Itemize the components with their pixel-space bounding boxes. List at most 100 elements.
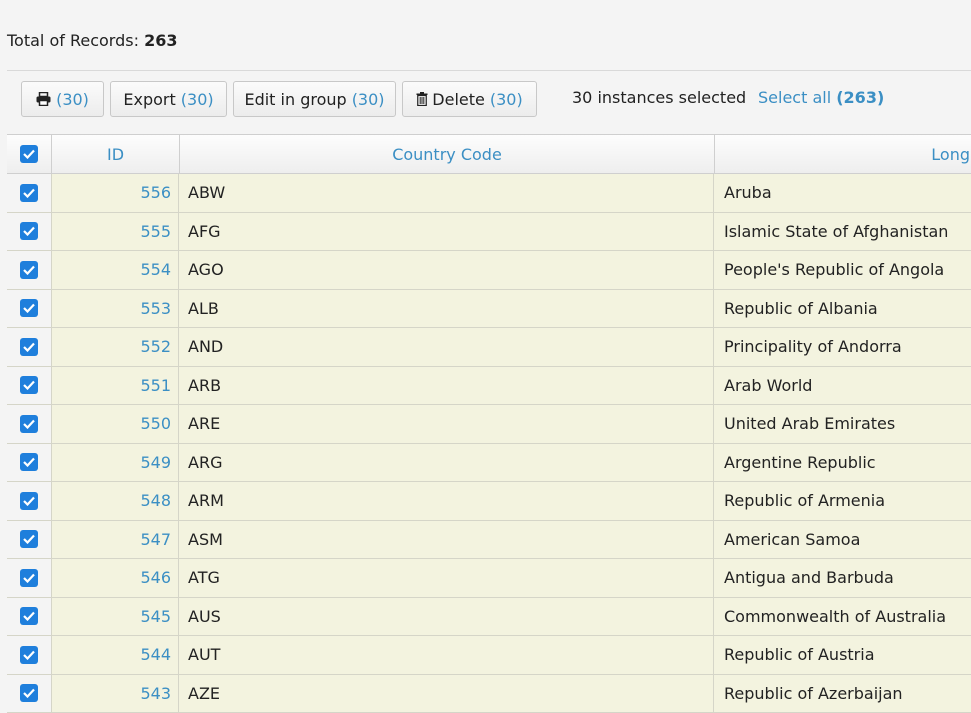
table-row[interactable]: 547ASMAmerican Samoa (7, 521, 971, 560)
row-checkbox[interactable] (20, 646, 38, 664)
row-country-code: ATG (179, 559, 714, 597)
checkmark-icon (23, 457, 35, 467)
row-country-code: ARB (179, 367, 714, 405)
checkmark-icon (23, 226, 35, 236)
row-id-link[interactable]: 551 (52, 367, 179, 405)
checkmark-icon (23, 188, 35, 198)
row-checkbox[interactable] (20, 299, 38, 317)
checkmark-icon (23, 688, 35, 698)
checkmark-icon (23, 650, 35, 660)
checkmark-icon (23, 534, 35, 544)
print-button[interactable]: (30) (21, 81, 104, 117)
row-long-name: Aruba (714, 174, 971, 212)
column-header-id[interactable]: ID (52, 135, 180, 173)
table-row[interactable]: 555AFGIslamic State of Afghanistan (7, 213, 971, 252)
row-id-link[interactable]: 545 (52, 598, 179, 636)
row-select-cell (7, 675, 52, 713)
row-id-link[interactable]: 547 (52, 521, 179, 559)
table-row[interactable]: 544AUTRepublic of Austria (7, 636, 971, 675)
total-records-value: 263 (144, 31, 177, 50)
checkmark-icon (23, 342, 35, 352)
row-country-code: AZE (179, 675, 714, 713)
row-checkbox[interactable] (20, 492, 38, 510)
row-checkbox[interactable] (20, 338, 38, 356)
row-select-cell (7, 482, 52, 520)
row-country-code: AUT (179, 636, 714, 674)
row-country-code: ALB (179, 290, 714, 328)
table-row[interactable]: 556ABWAruba (7, 174, 971, 213)
edit-in-group-button[interactable]: Edit in group (30) (233, 81, 396, 117)
edit-in-group-label: Edit in group (244, 90, 346, 109)
table-header: ID Country Code Long (7, 135, 971, 174)
row-id-link[interactable]: 554 (52, 251, 179, 289)
row-long-name: Republic of Austria (714, 636, 971, 674)
row-checkbox[interactable] (20, 415, 38, 433)
row-country-code: AUS (179, 598, 714, 636)
table-row[interactable]: 552ANDPrincipality of Andorra (7, 328, 971, 367)
row-id-link[interactable]: 552 (52, 328, 179, 366)
row-long-name: Principality of Andorra (714, 328, 971, 366)
selection-status: 30 instances selected (572, 88, 746, 107)
total-records-label: Total of Records: (7, 31, 139, 50)
select-all-link[interactable]: Select all (263) (758, 88, 884, 107)
row-long-name: Republic of Armenia (714, 482, 971, 520)
checkmark-icon (23, 149, 35, 159)
row-id-link[interactable]: 544 (52, 636, 179, 674)
row-select-cell (7, 251, 52, 289)
records-table: ID Country Code Long 556ABWAruba555AFGIs… (7, 134, 971, 713)
table-row[interactable]: 548ARMRepublic of Armenia (7, 482, 971, 521)
export-count: (30) (181, 90, 214, 109)
row-country-code: ASM (179, 521, 714, 559)
checkmark-icon (23, 496, 35, 506)
edit-in-group-count: (30) (352, 90, 385, 109)
table-row[interactable]: 545AUSCommonwealth of Australia (7, 598, 971, 637)
table-row[interactable]: 550AREUnited Arab Emirates (7, 405, 971, 444)
row-id-link[interactable]: 546 (52, 559, 179, 597)
row-long-name: Republic of Albania (714, 290, 971, 328)
table-row[interactable]: 551ARBArab World (7, 367, 971, 406)
delete-button[interactable]: Delete (30) (402, 81, 537, 117)
row-select-cell (7, 405, 52, 443)
row-long-name: Arab World (714, 367, 971, 405)
row-id-link[interactable]: 549 (52, 444, 179, 482)
header-checkbox[interactable] (20, 145, 38, 163)
column-header-country-code[interactable]: Country Code (180, 135, 715, 173)
row-select-cell (7, 328, 52, 366)
printer-icon (36, 92, 51, 106)
export-button[interactable]: Export (30) (110, 81, 227, 117)
row-checkbox[interactable] (20, 184, 38, 202)
row-id-link[interactable]: 556 (52, 174, 179, 212)
row-id-link[interactable]: 553 (52, 290, 179, 328)
checkmark-icon (23, 303, 35, 313)
row-checkbox[interactable] (20, 222, 38, 240)
table-row[interactable]: 546ATGAntigua and Barbuda (7, 559, 971, 598)
checkmark-icon (23, 573, 35, 583)
row-select-cell (7, 636, 52, 674)
row-id-link[interactable]: 548 (52, 482, 179, 520)
row-country-code: ABW (179, 174, 714, 212)
export-label: Export (123, 90, 175, 109)
table-row[interactable]: 543AZERepublic of Azerbaijan (7, 675, 971, 713)
row-select-cell (7, 598, 52, 636)
table-row[interactable]: 554AGOPeople's Republic of Angola (7, 251, 971, 290)
row-checkbox[interactable] (20, 684, 38, 702)
column-header-long[interactable]: Long (715, 135, 971, 173)
row-checkbox[interactable] (20, 376, 38, 394)
table-row[interactable]: 553ALBRepublic of Albania (7, 290, 971, 329)
row-country-code: AFG (179, 213, 714, 251)
row-country-code: ARM (179, 482, 714, 520)
checkmark-icon (23, 611, 35, 621)
row-country-code: AGO (179, 251, 714, 289)
row-checkbox[interactable] (20, 569, 38, 587)
row-select-cell (7, 213, 52, 251)
row-checkbox[interactable] (20, 530, 38, 548)
row-select-cell (7, 521, 52, 559)
row-id-link[interactable]: 555 (52, 213, 179, 251)
row-checkbox[interactable] (20, 453, 38, 471)
row-id-link[interactable]: 550 (52, 405, 179, 443)
table-row[interactable]: 549ARGArgentine Republic (7, 444, 971, 483)
print-count: (30) (56, 90, 89, 109)
row-id-link[interactable]: 543 (52, 675, 179, 713)
row-checkbox[interactable] (20, 261, 38, 279)
row-checkbox[interactable] (20, 607, 38, 625)
